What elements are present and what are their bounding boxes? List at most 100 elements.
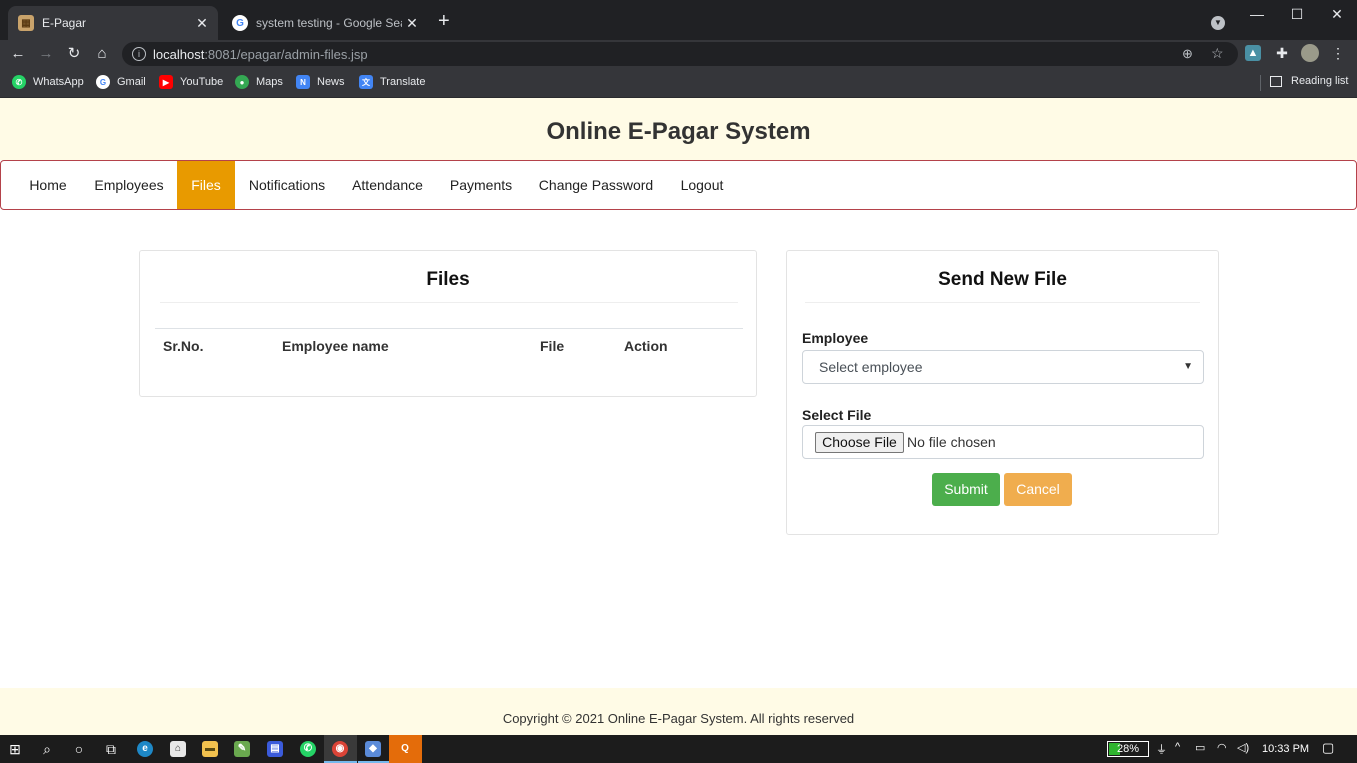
chevron-up-icon[interactable]: ^ (1175, 741, 1180, 753)
edge-icon[interactable]: e (137, 741, 153, 757)
employee-select[interactable]: Select employee ▼ (802, 350, 1204, 384)
column-header-srno: Sr.No. (163, 338, 204, 354)
new-tab-icon[interactable]: + (438, 11, 450, 31)
bookmark-maps[interactable]: ● Maps (235, 75, 283, 89)
windows-taskbar: ⊞ ⌕ ○ ⧉ e ⌂ ▬ ✎ ▤ ✆ ◉ ◆ Q 28% ⏚ ^ ▭ ◠ ◁)… (0, 735, 1357, 763)
chrome-icon[interactable]: ◉ (332, 741, 348, 757)
address-bar[interactable]: i localhost:8081/epagar/admin-files.jsp … (122, 42, 1238, 66)
task-view-icon[interactable]: ⧉ (101, 739, 121, 759)
editor-icon[interactable]: ▤ (267, 741, 283, 757)
site-footer: Copyright © 2021 Online E-Pagar System. … (0, 688, 1357, 735)
nav-home[interactable]: Home (16, 161, 80, 209)
cancel-button[interactable]: Cancel (1004, 473, 1072, 506)
notepad-icon[interactable]: ✎ (234, 741, 250, 757)
close-tab-icon[interactable]: ✕ (192, 15, 212, 32)
bookmark-whatsapp[interactable]: ✆ WhatsApp (12, 75, 84, 89)
bookmark-gmail[interactable]: G Gmail (96, 75, 146, 89)
browser-toolbar: ← → ↻ ⌂ i localhost:8081/epagar/admin-fi… (0, 40, 1357, 68)
extension-icon[interactable]: ▲ (1245, 45, 1261, 61)
card-divider (160, 302, 738, 303)
tab-google-search[interactable]: G system testing - Google Search ✕ (222, 6, 428, 40)
wifi-icon[interactable]: ◠ (1217, 741, 1227, 754)
submit-button[interactable]: Submit (932, 473, 1000, 506)
whatsapp-icon: ✆ (12, 75, 26, 89)
copyright-text: Copyright © 2021 Online E-Pagar System. … (502, 711, 855, 726)
send-file-card-title: Send New File (938, 269, 1067, 290)
cortana-icon[interactable]: ○ (69, 739, 89, 759)
battery-indicator[interactable]: 28% (1107, 741, 1149, 757)
employee-select-value: Select employee (819, 359, 923, 375)
zoom-icon[interactable]: ⊕ (1182, 46, 1193, 62)
profile-avatar-icon[interactable] (1301, 44, 1319, 62)
forward-icon[interactable]: → (36, 44, 56, 64)
bookmark-youtube[interactable]: ▶ YouTube (159, 75, 223, 89)
back-icon[interactable]: ← (8, 44, 28, 64)
table-header-border (155, 328, 743, 329)
bookmark-translate[interactable]: 文 Translate (359, 75, 425, 89)
nav-files[interactable]: Files (177, 161, 235, 209)
taskbar-clock[interactable]: 10:33 PM (1262, 743, 1309, 755)
q-app-icon[interactable]: Q (397, 741, 413, 757)
store-icon[interactable]: ⌂ (170, 741, 186, 757)
site-header: Online E-Pagar System (0, 98, 1357, 160)
windows-start-icon[interactable]: ⊞ (5, 739, 25, 759)
maps-icon: ● (235, 75, 249, 89)
web-page: Online E-Pagar System Home Employees Fil… (0, 98, 1357, 735)
main-nav: Home Employees Files Notifications Atten… (0, 160, 1357, 210)
site-info-icon[interactable]: i (132, 47, 146, 61)
url-text[interactable]: localhost:8081/epagar/admin-files.jsp (153, 47, 368, 62)
column-header-action: Action (624, 338, 668, 354)
choose-file-button[interactable]: Choose File (815, 432, 904, 453)
file-explorer-icon[interactable]: ▬ (202, 741, 218, 757)
volume-icon[interactable]: ◁) (1237, 741, 1249, 754)
browser-tab-strip: ▦ E-Pagar ✕ G system testing - Google Se… (0, 0, 1357, 40)
nav-notifications[interactable]: Notifications (236, 161, 338, 209)
tab-search-icon[interactable]: ▼ (1211, 16, 1225, 30)
google-icon: G (96, 75, 110, 89)
bookmark-news[interactable]: N News (296, 75, 345, 89)
youtube-icon: ▶ (159, 75, 173, 89)
reading-list-button[interactable]: Reading list (1270, 75, 1348, 87)
nav-employees[interactable]: Employees (81, 161, 177, 209)
tab-epagar[interactable]: ▦ E-Pagar ✕ (8, 6, 218, 40)
files-card-title: Files (426, 269, 470, 290)
nav-payments[interactable]: Payments (437, 161, 525, 209)
maximize-icon[interactable]: ☐ (1285, 6, 1309, 23)
nav-attendance[interactable]: Attendance (339, 161, 436, 209)
nav-logout[interactable]: Logout (667, 161, 737, 209)
tab-title: system testing - Google Search (256, 16, 402, 30)
search-icon[interactable]: ⌕ (37, 739, 57, 759)
site-title: Online E-Pagar System (546, 118, 811, 145)
column-header-file: File (540, 338, 565, 354)
extensions-puzzle-icon[interactable]: ✚ (1274, 45, 1290, 61)
column-header-employee-name: Employee name (282, 338, 389, 354)
battery-percent: 28% (1116, 743, 1140, 755)
home-icon[interactable]: ⌂ (92, 44, 112, 64)
file-input[interactable]: Choose File No file chosen (802, 425, 1204, 459)
app-icon[interactable]: ◆ (365, 741, 381, 757)
reading-list-icon (1270, 75, 1282, 87)
close-window-icon[interactable]: ✕ (1325, 6, 1349, 23)
bookmarks-divider (1260, 75, 1261, 91)
browser-menu-icon[interactable]: ⋮ (1330, 45, 1346, 61)
translate-icon: 文 (359, 75, 373, 89)
google-favicon-icon: G (232, 15, 248, 31)
tab-title: E-Pagar (42, 16, 87, 30)
files-card: Files Sr.No. Employee name File Action (139, 250, 757, 397)
card-divider (805, 302, 1200, 303)
battery-icon[interactable]: ▭ (1195, 741, 1205, 754)
bookmark-star-icon[interactable]: ☆ (1211, 45, 1224, 62)
power-plug-icon[interactable]: ⏚ (1156, 741, 1167, 757)
news-icon: N (296, 75, 310, 89)
select-file-label: Select File (802, 407, 872, 423)
bookmarks-bar: ✆ WhatsApp G Gmail ▶ YouTube ● Maps N Ne… (0, 68, 1357, 98)
close-tab-icon[interactable]: ✕ (402, 15, 422, 32)
whatsapp-taskbar-icon[interactable]: ✆ (300, 741, 316, 757)
reload-icon[interactable]: ↻ (64, 44, 84, 64)
nav-change-password[interactable]: Change Password (526, 161, 666, 209)
send-file-card: Send New File Employee Select employee ▼… (786, 250, 1219, 535)
chevron-down-icon: ▼ (1183, 361, 1193, 372)
notification-center-icon[interactable]: ▢ (1322, 740, 1334, 756)
file-status-text: No file chosen (907, 434, 996, 450)
minimize-icon[interactable]: — (1245, 6, 1269, 22)
